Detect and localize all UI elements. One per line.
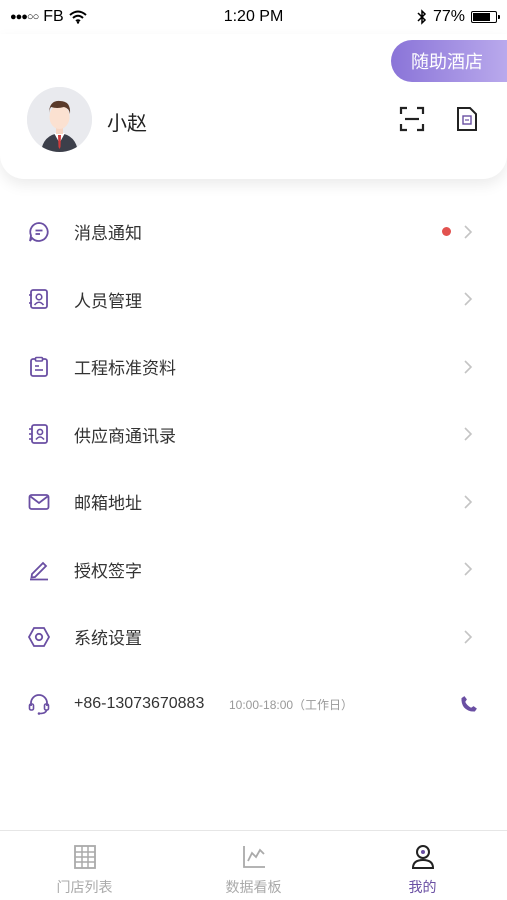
bottom-tab-bar: 门店列表 数据看板 我的 — [0, 830, 507, 900]
chevron-right-icon — [464, 495, 473, 509]
menu-item-personnel[interactable]: 人员管理 — [0, 266, 507, 334]
battery-icon — [471, 11, 500, 23]
signal-icon: ●●●○○ — [10, 11, 39, 23]
tab-label: 我的 — [408, 879, 437, 895]
avatar[interactable] — [27, 87, 92, 152]
mail-icon — [28, 493, 50, 510]
phone-icon[interactable] — [459, 694, 479, 714]
menu-label: 授权签字 — [74, 561, 142, 581]
chevron-right-icon — [464, 630, 473, 644]
tab-label: 门店列表 — [56, 879, 113, 895]
username: 小赵 — [107, 113, 147, 135]
menu-label: 邮箱地址 — [74, 494, 142, 514]
chevron-right-icon — [464, 427, 473, 441]
tab-label: 数据看板 — [225, 879, 282, 895]
profile-icon — [411, 845, 434, 869]
tab-data-dashboard[interactable]: 数据看板 — [169, 831, 338, 900]
battery-info: 77% — [417, 8, 500, 26]
pen-icon — [30, 561, 48, 581]
service-hours: 10:00-18:00（工作日） — [229, 697, 354, 712]
chart-icon — [242, 846, 265, 868]
document-icon[interactable] — [455, 106, 479, 132]
chevron-right-icon — [464, 360, 473, 374]
battery-percent: 77% — [432, 8, 465, 25]
menu-item-authorized-signature[interactable]: 授权签字 — [0, 536, 507, 604]
phone-number: +86-13073670883 — [74, 695, 205, 713]
status-bar: ●●●○○ FB 1:20 PM 77% — [0, 0, 507, 34]
chevron-right-icon — [464, 225, 473, 239]
message-icon — [29, 221, 49, 242]
carrier-name: FB — [43, 8, 64, 25]
contact-phone-row[interactable]: +86-13073670883 10:00-18:00（工作日） — [0, 671, 507, 739]
personnel-icon — [29, 289, 48, 310]
bluetooth-icon — [417, 9, 427, 25]
menu-label: 供应商通讯录 — [74, 426, 176, 446]
building-icon — [73, 845, 96, 869]
tab-mine[interactable]: 我的 — [338, 831, 507, 900]
menu-label: 人员管理 — [74, 291, 142, 311]
carrier-info: ●●●○○ FB — [10, 8, 87, 26]
menu-label: 工程标准资料 — [74, 359, 176, 379]
scan-icon[interactable] — [399, 106, 425, 132]
menu-item-email[interactable]: 邮箱地址 — [0, 468, 507, 536]
profile-header: 随助酒店 小赵 — [0, 34, 507, 179]
menu-item-system-settings[interactable]: 系统设置 — [0, 603, 507, 671]
menu-item-supplier-contacts[interactable]: 供应商通讯录 — [0, 401, 507, 469]
chevron-right-icon — [464, 292, 473, 306]
menu-item-engineering-standards[interactable]: 工程标准资料 — [0, 333, 507, 401]
menu-label: 消息通知 — [74, 224, 142, 244]
unread-badge — [442, 227, 451, 237]
headset-icon — [28, 694, 50, 716]
avatar-illustration — [27, 87, 92, 152]
tab-store-list[interactable]: 门店列表 — [0, 831, 169, 900]
contacts-icon — [29, 424, 48, 445]
menu-label: 系统设置 — [74, 629, 142, 649]
settings-icon — [27, 626, 51, 647]
menu-item-notifications[interactable]: 消息通知 — [0, 198, 507, 266]
menu-list: 消息通知 人员管理 工程标准资料 供应商通讯录 邮箱地址 授权签字 系统设置 +… — [0, 198, 507, 738]
clipboard-icon — [30, 356, 48, 377]
wifi-icon — [69, 10, 87, 24]
chevron-right-icon — [464, 562, 473, 576]
hotel-switch-button[interactable]: 随助酒店 — [391, 40, 507, 82]
